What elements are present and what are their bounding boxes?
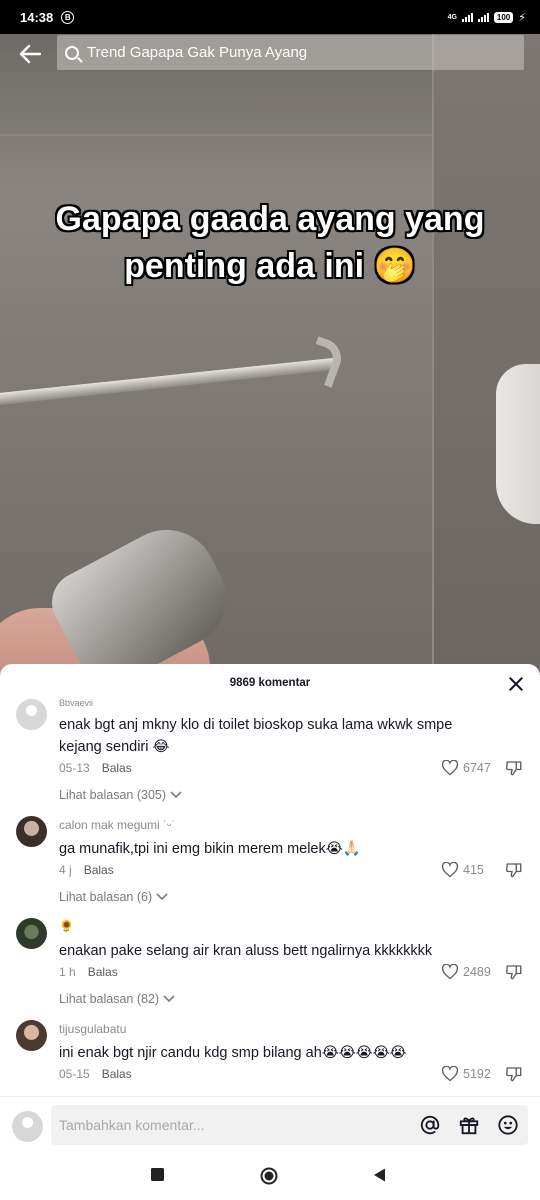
recent-apps-icon[interactable]	[151, 1168, 164, 1181]
close-icon[interactable]	[508, 676, 524, 692]
home-icon[interactable]	[260, 1167, 278, 1185]
comment-meta: 05-13 Balas	[59, 761, 132, 775]
comment-username[interactable]: 🌻	[59, 919, 74, 933]
network-label: 4G	[447, 13, 457, 21]
urinal	[496, 364, 540, 524]
like-button[interactable]: 2489	[441, 964, 491, 980]
video-caption: Gapapa gaada ayang yang penting ada ini …	[55, 200, 485, 285]
search-query: Trend Gapapa Gak Punya Ayang	[87, 44, 308, 61]
comment-username-text: calon mak megumi	[59, 818, 160, 832]
view-replies-label: Lihat balasan (82)	[59, 992, 160, 1006]
view-replies-button[interactable]: Lihat balasan (6)	[59, 890, 168, 904]
dislike-icon[interactable]	[505, 1065, 523, 1083]
avatar[interactable]	[16, 1020, 47, 1051]
like-count: 2489	[463, 965, 491, 979]
dislike-icon[interactable]	[505, 861, 523, 879]
comment-username[interactable]: calon mak megumi ˙ᵕ˙	[59, 818, 176, 832]
comment-input-bar	[0, 1096, 540, 1154]
chevron-down-icon	[170, 791, 182, 799]
arrow-left-icon	[19, 44, 41, 64]
view-replies-label: Lihat balasan (305)	[59, 788, 167, 802]
heart-icon	[441, 964, 459, 980]
view-replies-button[interactable]: Lihat balasan (305)	[59, 788, 182, 802]
towel-rail	[0, 357, 339, 406]
username-emoji: ˙ᵕ˙	[163, 818, 176, 832]
heart-icon	[441, 862, 459, 878]
comment-date: 1 h	[59, 965, 76, 979]
avatar	[12, 1111, 43, 1142]
comment-count: 9869 komentar	[229, 677, 311, 689]
wall-line	[0, 134, 432, 136]
reply-button[interactable]: Balas	[102, 761, 132, 775]
status-time: 14:38	[20, 9, 54, 25]
signal-icon	[461, 12, 473, 22]
gift-icon[interactable]	[458, 1114, 480, 1136]
like-button[interactable]: 5192	[441, 1066, 491, 1082]
at-sign-icon[interactable]	[419, 1114, 441, 1136]
like-count: 5192	[463, 1067, 491, 1081]
back-nav-icon[interactable]	[373, 1168, 386, 1182]
comment-text: enakan pake selang air kran aluss bett n…	[59, 943, 433, 959]
view-replies-label: Lihat balasan (6)	[59, 890, 153, 904]
like-button[interactable]: 6747	[441, 760, 491, 776]
chevron-down-icon	[156, 893, 168, 901]
comment-meta: 4 j Balas	[59, 863, 114, 877]
battery-icon: 100	[493, 11, 514, 23]
video-player[interactable]	[0, 34, 540, 674]
comment-date: 05-13	[59, 761, 90, 775]
comment-username[interactable]: Bbyaevii	[59, 698, 93, 706]
search-bar[interactable]: Trend Gapapa Gak Punya Ayang	[57, 35, 524, 70]
avatar[interactable]	[16, 699, 47, 730]
like-count: 6747	[463, 761, 491, 775]
reply-button[interactable]: Balas	[88, 965, 118, 979]
signal-icon-2	[477, 12, 489, 22]
notification-badge: B	[61, 10, 75, 24]
status-bar: 14:38 B 4G 100 ⚡	[0, 0, 540, 34]
comment-text: ga munafik,tpi ini emg bikin merem melek…	[59, 841, 361, 857]
comment-meta: 05-15 Balas	[59, 1067, 132, 1081]
heart-icon	[441, 1066, 459, 1082]
comments-header: 9869 komentar	[0, 664, 540, 702]
wall-panel	[432, 34, 540, 674]
comment-username[interactable]: tijusgulabatu	[59, 1022, 126, 1036]
smiley-icon[interactable]	[497, 1114, 519, 1136]
heart-icon	[441, 760, 459, 776]
comment-date: 05-15	[59, 1067, 90, 1081]
dislike-icon[interactable]	[505, 963, 523, 981]
charging-icon: ⚡	[518, 11, 526, 24]
search-icon	[65, 45, 79, 60]
avatar[interactable]	[16, 816, 47, 847]
back-button[interactable]	[4, 34, 56, 74]
comment-text: ini enak bgt njir candu kdg smp bilang a…	[59, 1045, 407, 1061]
comment-meta: 1 h Balas	[59, 965, 118, 979]
comment-input[interactable]	[51, 1105, 528, 1145]
like-button[interactable]: 415	[441, 862, 484, 878]
towel-rail-end	[303, 336, 347, 388]
reply-button[interactable]: Balas	[84, 863, 114, 877]
system-nav-bar	[0, 1154, 540, 1200]
chevron-down-icon	[163, 995, 175, 1003]
comment-text: enak bgt anj mkny klo di toilet bioskop …	[59, 717, 453, 755]
like-count: 415	[463, 863, 484, 877]
avatar[interactable]	[16, 918, 47, 949]
view-replies-button[interactable]: Lihat balasan (82)	[59, 992, 175, 1006]
reply-button[interactable]: Balas	[102, 1067, 132, 1081]
dislike-icon[interactable]	[505, 759, 523, 777]
comment-date: 4 j	[59, 863, 72, 877]
